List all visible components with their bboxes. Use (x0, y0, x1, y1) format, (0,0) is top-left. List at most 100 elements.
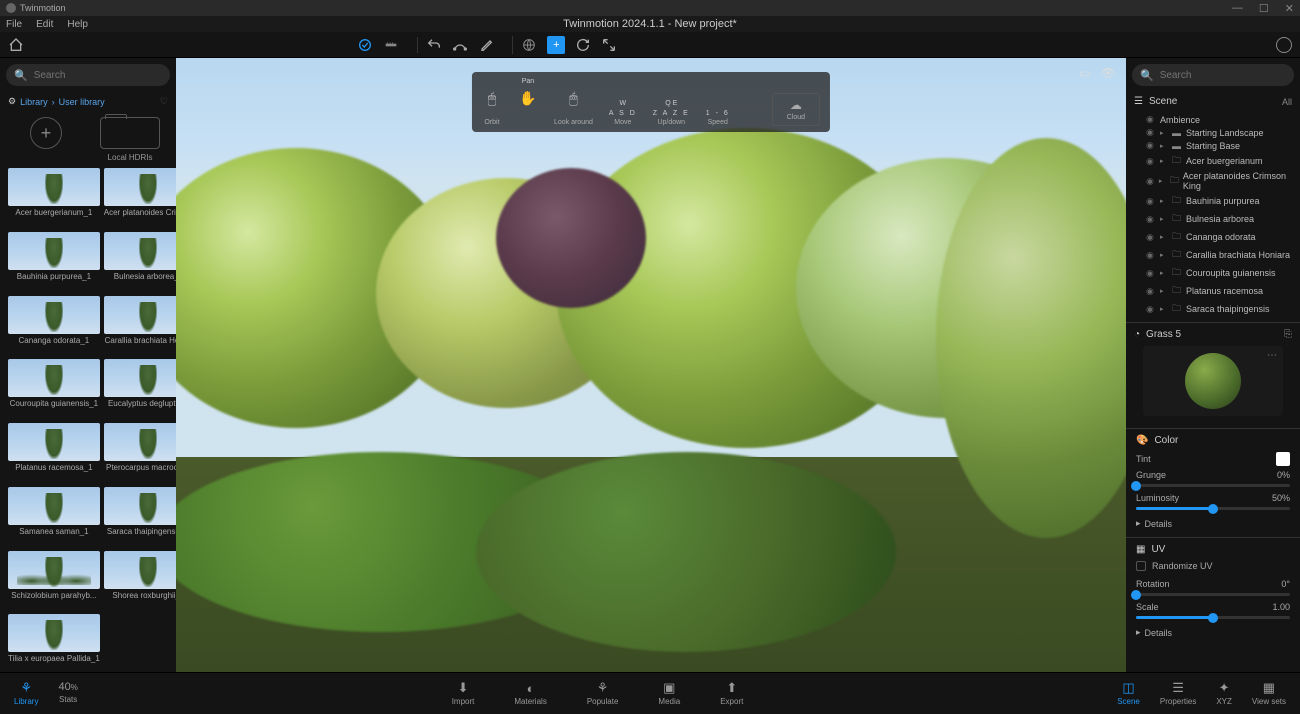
thumbnail-item[interactable]: Cananga odorata_1 (8, 296, 100, 354)
visibility-icon[interactable]: ◉ (1146, 304, 1156, 315)
rotation-slider[interactable] (1136, 593, 1290, 596)
scene-item[interactable]: ◉▸🗀Couroupita guianensis (1126, 264, 1300, 282)
expand-arrow[interactable]: ▸ (1160, 157, 1168, 165)
randomize-uv-checkbox[interactable] (1136, 561, 1146, 571)
select-tool[interactable] (357, 37, 373, 53)
expand-button[interactable] (601, 37, 617, 53)
tab-media[interactable]: ▣Media (658, 681, 680, 706)
scene-item[interactable]: ◉▸🗀Cananga odorata (1126, 228, 1300, 246)
scene-item[interactable]: ◉▸🗀Acer buergerianum (1126, 152, 1300, 170)
expand-arrow[interactable]: ▸ (1160, 269, 1168, 277)
thumbnail-item[interactable]: Bulnesia arborea_1 (104, 232, 176, 290)
material-preview[interactable]: ⋯ (1143, 346, 1283, 416)
thumbnail-item[interactable]: Schizolobium parahyb... (8, 551, 100, 609)
viewport[interactable]: ▭ 👁 🖱 Orbit Pan✋ 🖱 Look around WA S DMov… (176, 58, 1126, 672)
breadcrumb-root[interactable]: Library (20, 97, 48, 107)
local-hdris-folder[interactable] (100, 117, 160, 149)
add-item-button[interactable]: + (30, 117, 62, 149)
close-button[interactable]: ✕ (1285, 2, 1294, 15)
visibility-icon[interactable]: ◉ (1146, 176, 1155, 187)
scene-search[interactable]: 🔍 (1132, 64, 1294, 86)
globe-tool[interactable] (521, 37, 537, 53)
visibility-icon[interactable]: ◉ (1146, 140, 1156, 151)
scene-ambience[interactable]: ◉ Ambience (1126, 113, 1300, 126)
expand-arrow[interactable]: ▸ (1160, 197, 1168, 205)
color-details-toggle[interactable]: ▸Details (1136, 516, 1290, 531)
thumbnail-item[interactable]: Bauhinia purpurea_1 (8, 232, 100, 290)
tab-viewsets[interactable]: ▦View sets (1252, 681, 1286, 706)
refresh-button[interactable] (575, 37, 591, 53)
tab-materials[interactable]: ◐Materials (514, 681, 546, 706)
copy-icon[interactable]: ⎘ (1284, 329, 1292, 340)
thumbnail-item[interactable]: Acer buergerianum_1 (8, 168, 100, 226)
search-input[interactable] (34, 70, 166, 81)
visibility-icon[interactable]: ◉ (1146, 114, 1156, 125)
menu-edit[interactable]: Edit (36, 19, 53, 30)
visibility-icon[interactable]: ◉ (1146, 250, 1156, 261)
tab-export[interactable]: ⬆Export (720, 681, 743, 706)
menu-help[interactable]: Help (67, 19, 88, 30)
scale-slider[interactable] (1136, 616, 1290, 619)
tab-scene[interactable]: ◫Scene (1117, 681, 1140, 706)
eyedropper-tool[interactable] (478, 37, 494, 53)
scene-item[interactable]: ◉▸🗀Bauhinia purpurea (1126, 192, 1300, 210)
expand-arrow[interactable]: ▸ (1160, 233, 1168, 241)
hamburger-icon[interactable]: ☰ (1134, 96, 1143, 107)
tab-stats[interactable]: 40% Stats (58, 681, 77, 706)
expand-arrow[interactable]: ▸ (1160, 287, 1168, 295)
scene-item[interactable]: ◉▸🗀Bulnesia arborea (1126, 210, 1300, 228)
luminosity-slider[interactable] (1136, 507, 1290, 510)
user-icon[interactable] (1276, 37, 1292, 53)
thumbnail-item[interactable]: Couroupita guianensis_1 (8, 359, 100, 417)
thumbnail-item[interactable]: Tilia x europaea Pallida_1 (8, 614, 100, 672)
visibility-icon[interactable]: ◉ (1146, 127, 1156, 138)
thumbnail-item[interactable]: Platanus racemosa_1 (8, 423, 100, 481)
scene-item[interactable]: ◉▸🗀Acer platanoides Crimson King (1126, 170, 1300, 192)
scene-item[interactable]: ◉▸🗀Saraca thaipingensis (1126, 300, 1300, 318)
measure-tool[interactable] (383, 37, 399, 53)
tab-properties[interactable]: ☰Properties (1160, 681, 1196, 706)
thumbnail-item[interactable]: Saraca thaipingensis_1 (104, 487, 176, 545)
visibility-icon[interactable]: ◉ (1146, 214, 1156, 225)
maximize-button[interactable]: ☐ (1259, 2, 1269, 15)
expand-arrow[interactable]: ▸ (1160, 129, 1168, 137)
scene-item[interactable]: ◉▸🗀Carallia brachiata Honiara (1126, 246, 1300, 264)
menu-file[interactable]: File (6, 19, 22, 30)
expand-arrow[interactable]: ▸ (1160, 305, 1168, 313)
expand-arrow[interactable]: ▸ (1160, 142, 1168, 150)
tab-populate[interactable]: ⚘Populate (587, 681, 619, 706)
favorite-icon[interactable]: ♡ (160, 96, 168, 107)
tab-xyz[interactable]: ✦XYZ (1216, 681, 1232, 706)
cloud-button[interactable]: ☁ Cloud (772, 93, 820, 126)
undo-button[interactable] (426, 37, 442, 53)
expand-arrow[interactable]: ▸ (1159, 177, 1166, 185)
thumbnail-item[interactable]: Shorea roxburghii_1 (104, 551, 176, 609)
tab-library[interactable]: ⚘ Library (14, 681, 38, 706)
visibility-icon[interactable]: ◉ (1146, 286, 1156, 297)
preview-menu[interactable]: ⋯ (1267, 350, 1277, 361)
expand-arrow[interactable]: ▸ (1160, 215, 1168, 223)
uv-details-toggle[interactable]: ▸Details (1136, 625, 1290, 640)
scene-item[interactable]: ◉▸▬Starting Base (1126, 139, 1300, 152)
viewport-list-icon[interactable]: ▭ (1079, 66, 1090, 80)
thumbnail-item[interactable]: Samanea saman_1 (8, 487, 100, 545)
expand-arrow[interactable]: ▸ (1160, 251, 1168, 259)
visibility-icon[interactable]: ◉ (1146, 196, 1156, 207)
visibility-icon[interactable]: ◉ (1146, 268, 1156, 279)
thumbnail-item[interactable]: Eucalyptus deglupta_1 (104, 359, 176, 417)
scene-search-input[interactable] (1160, 70, 1292, 81)
scene-filter-all[interactable]: All (1282, 97, 1292, 107)
visibility-icon[interactable]: ◉ (1146, 156, 1156, 167)
grunge-slider[interactable] (1136, 484, 1290, 487)
tab-import[interactable]: ⬇Import (452, 681, 475, 706)
scene-item[interactable]: ◉▸▬Starting Landscape (1126, 126, 1300, 139)
tint-swatch[interactable] (1276, 452, 1290, 466)
breadcrumb-current[interactable]: User library (59, 97, 105, 107)
thumbnail-item[interactable]: Carallia brachiata Honi... (104, 296, 176, 354)
home-button[interactable] (8, 37, 24, 53)
add-button[interactable]: + (547, 36, 565, 54)
visibility-icon[interactable]: ◉ (1146, 232, 1156, 243)
thumbnail-item[interactable]: Pterocarpus macrocar... (104, 423, 176, 481)
library-search[interactable]: 🔍 (6, 64, 170, 86)
viewport-visibility-icon[interactable]: 👁 (1101, 66, 1116, 80)
